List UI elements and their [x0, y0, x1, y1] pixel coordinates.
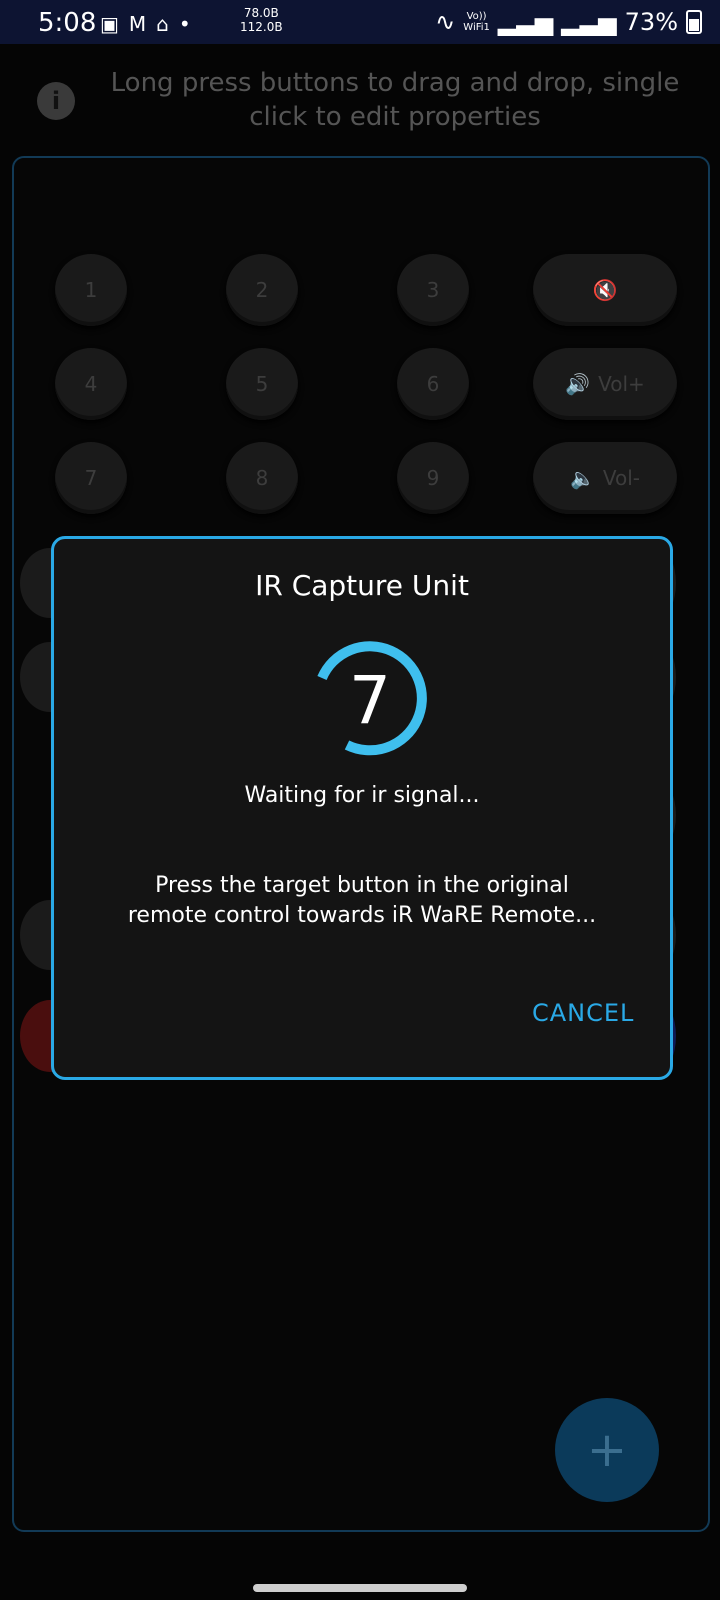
status-time: 5:08	[38, 8, 97, 38]
wifi-icon: ∿	[435, 8, 456, 36]
add-button-fab[interactable]: +	[555, 1398, 659, 1502]
status-right: ∿ Vo)) WiFi1 ▂▃▅ ▂▃▅ 73%	[435, 8, 702, 36]
signal-icon: ▂▃▅	[497, 8, 554, 36]
speaker-icon: 🔈	[569, 466, 595, 490]
key-2[interactable]: 2	[226, 254, 298, 326]
hint-text: Long press buttons to drag and drop, sin…	[110, 68, 680, 132]
dot-icon: •	[178, 12, 191, 36]
plus-icon: +	[586, 1422, 628, 1478]
dialog-title: IR Capture Unit	[255, 569, 469, 602]
gesture-nav-handle[interactable]	[253, 1584, 467, 1592]
vol-up-button[interactable]: 🔊 Vol+	[533, 348, 677, 420]
gmail-icon: M	[128, 12, 147, 36]
vol-up-label: Vol+	[598, 372, 645, 396]
key-7[interactable]: 7	[55, 442, 127, 514]
info-button[interactable]: i	[37, 82, 75, 120]
key-1[interactable]: 1	[55, 254, 127, 326]
cancel-button[interactable]: CANCEL	[532, 999, 634, 1027]
info-icon: i	[51, 87, 61, 115]
ir-capture-dialog: IR Capture Unit 7 Waiting for ir signal.…	[51, 536, 673, 1080]
waiting-status: Waiting for ir signal...	[244, 783, 480, 808]
home-icon: ⌂	[156, 12, 169, 36]
wifi-label: WiFi1	[463, 22, 490, 33]
status-bar: 5:08 ▣ M ⌂ • 78.0B 112.0B ∿ Vo)) WiFi1 ▂…	[0, 0, 720, 44]
vol-down-button[interactable]: 🔈 Vol-	[533, 442, 677, 514]
volte-indicator: Vo)) WiFi1	[463, 11, 490, 33]
key-6[interactable]: 6	[397, 348, 469, 420]
countdown-number: 7	[349, 662, 391, 739]
signal-icon-2: ▂▃▅	[561, 8, 617, 36]
mute-icon: 🔇	[592, 278, 618, 302]
key-5[interactable]: 5	[226, 348, 298, 420]
net-up: 78.0B	[243, 6, 279, 20]
volte-label: Vo))	[466, 11, 487, 22]
net-down: 112.0B	[240, 20, 283, 34]
mute-button[interactable]: 🔇	[533, 254, 677, 326]
battery-percent: 73%	[624, 8, 678, 36]
key-3[interactable]: 3	[397, 254, 469, 326]
notification-icons: ▣ M ⌂ •	[100, 12, 191, 36]
vol-down-label: Vol-	[602, 466, 641, 490]
gallery-icon: ▣	[100, 12, 119, 36]
speaker-loud-icon: 🔊	[565, 372, 591, 396]
network-speed: 78.0B 112.0B	[240, 6, 283, 34]
key-9[interactable]: 9	[397, 442, 469, 514]
battery-icon	[686, 10, 702, 34]
key-8[interactable]: 8	[226, 442, 298, 514]
instruction-text: Press the target button in the original …	[127, 873, 597, 928]
key-4[interactable]: 4	[55, 348, 127, 420]
countdown-spinner: 7	[304, 635, 436, 767]
